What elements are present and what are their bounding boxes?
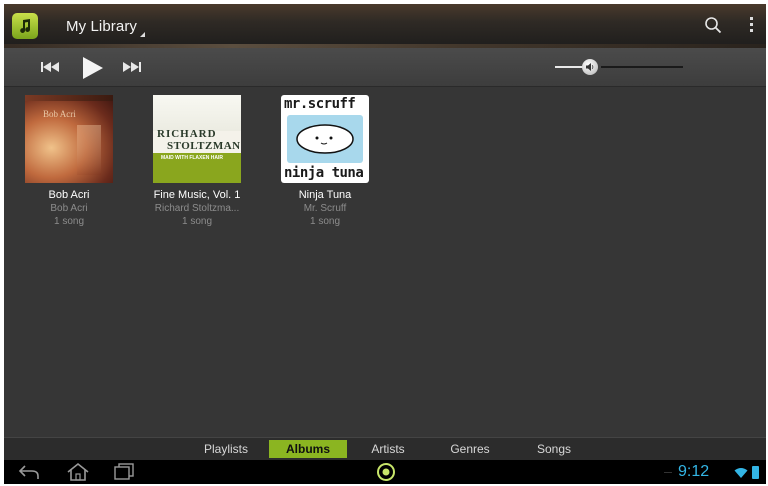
album-song-count: 1 song xyxy=(181,216,213,227)
cover-bottom-text: ninja tuna xyxy=(284,165,364,181)
tab-albums[interactable]: Albums xyxy=(269,440,347,458)
cover-text: Bob Acri xyxy=(43,109,76,119)
system-nav-bar: 9:12 xyxy=(4,460,766,484)
action-bar: My Library xyxy=(4,4,766,48)
album-title: Ninja Tuna xyxy=(298,189,352,201)
cover-top-text: mr.scruff xyxy=(284,96,356,112)
tablet-screen: My Library Bob Acri Bob Acri Bob Acri 1 … xyxy=(4,4,766,484)
album-item[interactable]: RICHARD STOLTZMAN MAID WITH FLAXEN HAIR … xyxy=(147,95,247,227)
album-item[interactable]: Bob Acri Bob Acri Bob Acri 1 song xyxy=(19,95,119,227)
album-cover: mr.scruff ninja tuna xyxy=(281,95,369,183)
clock[interactable]: 9:12 xyxy=(678,463,709,481)
playback-controls xyxy=(4,48,766,87)
music-note-icon[interactable] xyxy=(12,13,38,39)
album-artist: Mr. Scruff xyxy=(303,203,347,214)
album-artist: Richard Stoltzma... xyxy=(154,203,240,214)
albums-grid: Bob Acri Bob Acri Bob Acri 1 song RICHAR… xyxy=(4,87,766,437)
tab-songs[interactable]: Songs xyxy=(522,440,586,458)
album-cover: Bob Acri xyxy=(25,95,113,183)
album-cover: RICHARD STOLTZMAN MAID WITH FLAXEN HAIR xyxy=(153,95,241,183)
tab-playlists[interactable]: Playlists xyxy=(191,440,261,458)
wifi-icon xyxy=(734,468,748,478)
volume-track[interactable] xyxy=(601,66,683,68)
skip-next-icon[interactable] xyxy=(122,61,142,73)
search-icon[interactable] xyxy=(704,16,722,34)
dropdown-caret-icon[interactable] xyxy=(140,32,145,37)
volume-icon xyxy=(586,63,594,71)
home-icon[interactable] xyxy=(66,462,90,482)
tab-genres[interactable]: Genres xyxy=(438,440,502,458)
recent-apps-icon[interactable] xyxy=(114,463,134,480)
album-title: Fine Music, Vol. 1 xyxy=(153,189,241,201)
cover-subtitle: MAID WITH FLAXEN HAIR xyxy=(161,155,223,161)
overflow-menu-icon[interactable] xyxy=(750,17,754,35)
divider xyxy=(664,472,672,473)
skip-previous-icon[interactable] xyxy=(40,61,60,73)
album-item[interactable]: mr.scruff ninja tuna Ninja Tuna Mr. Scru… xyxy=(275,95,375,227)
album-title: Bob Acri xyxy=(48,189,90,201)
battery-icon xyxy=(752,466,759,479)
album-song-count: 1 song xyxy=(53,216,85,227)
music-notification-icon[interactable] xyxy=(376,462,396,482)
cover-line2: STOLTZMAN xyxy=(167,140,241,152)
play-icon[interactable] xyxy=(80,56,104,80)
volume-slider-thumb[interactable] xyxy=(582,59,598,75)
cartoon-whale-icon xyxy=(296,124,354,154)
cover-line1: RICHARD xyxy=(157,128,217,140)
library-title[interactable]: My Library xyxy=(66,18,137,35)
album-artist: Bob Acri xyxy=(50,203,88,214)
back-icon[interactable] xyxy=(18,464,40,480)
album-song-count: 1 song xyxy=(309,216,341,227)
library-tabs: Playlists Albums Artists Genres Songs xyxy=(4,437,766,460)
tab-artists[interactable]: Artists xyxy=(356,440,420,458)
